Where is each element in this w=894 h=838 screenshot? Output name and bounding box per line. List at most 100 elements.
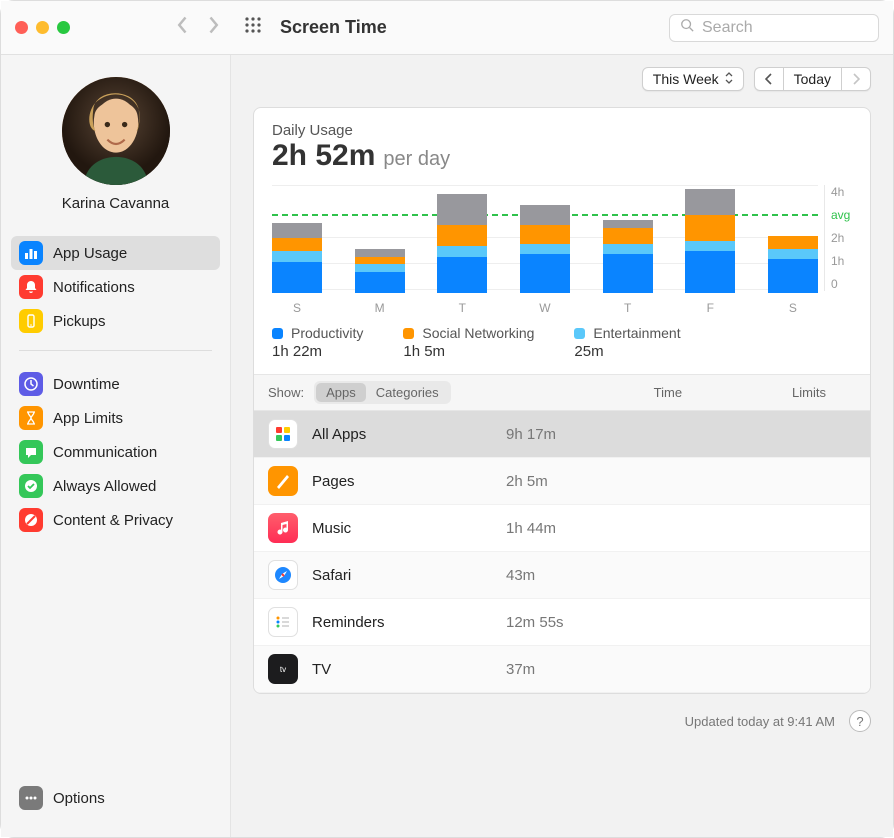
app-name-label: Music: [312, 520, 492, 537]
y-axis: 4h avg 2h 1h 0: [824, 185, 860, 291]
legend-productivity: Productivity 1h 22m: [272, 325, 363, 360]
legend-entertainment: Entertainment 25m: [574, 325, 680, 360]
app-row[interactable]: tv TV 37m: [254, 646, 870, 693]
sidebar: Karina Cavanna App Usage Notifications P…: [1, 55, 231, 837]
swatch-icon: [403, 328, 414, 339]
app-icon: tv: [268, 654, 298, 684]
timeframe-select[interactable]: This Week: [642, 67, 744, 91]
sidebar-item-communication[interactable]: Communication: [11, 435, 220, 469]
grid-icon[interactable]: [244, 16, 262, 39]
app-icon: [268, 419, 298, 449]
app-time-label: 1h 44m: [506, 520, 626, 537]
app-time-label: 43m: [506, 567, 626, 584]
sidebar-item-downtime[interactable]: Downtime: [11, 367, 220, 401]
main-header: This Week Today: [231, 55, 893, 97]
sidebar-item-label: App Usage: [53, 245, 127, 262]
sidebar-item-label: Always Allowed: [53, 478, 156, 495]
app-time-label: 9h 17m: [506, 426, 626, 443]
app-row[interactable]: Music 1h 44m: [254, 505, 870, 552]
app-name-label: All Apps: [312, 426, 492, 443]
panel-average: 2h 52m per day: [272, 139, 852, 173]
today-button[interactable]: Today: [784, 68, 842, 90]
app-icon: [268, 466, 298, 496]
sidebar-item-label: Content & Privacy: [53, 512, 173, 529]
bar-t: [603, 185, 653, 293]
app-name-label: TV: [312, 661, 492, 678]
app-row[interactable]: Pages 2h 5m: [254, 458, 870, 505]
sidebar-item-pickups[interactable]: Pickups: [11, 304, 220, 338]
bar-m: [355, 185, 405, 293]
show-toggle: Apps Categories: [314, 381, 451, 404]
help-button[interactable]: ?: [849, 710, 871, 732]
sidebar-item-label: Pickups: [53, 313, 106, 330]
sidebar-item-label: Notifications: [53, 279, 135, 296]
bar-s: [768, 185, 818, 293]
minimize-button[interactable]: [36, 21, 49, 34]
ellipsis-icon: [19, 786, 43, 810]
app-icon: [268, 607, 298, 637]
toggle-apps[interactable]: Apps: [316, 383, 366, 402]
window-controls: [15, 21, 70, 34]
search-field[interactable]: Search: [669, 14, 879, 42]
fullscreen-button[interactable]: [57, 21, 70, 34]
app-name-label: Pages: [312, 473, 492, 490]
app-icon: [268, 513, 298, 543]
app-row[interactable]: Safari43m: [254, 552, 870, 599]
forward-button[interactable]: [206, 15, 220, 40]
sidebar-item-label: App Limits: [53, 410, 123, 427]
up-down-chevron-icon: [725, 71, 733, 87]
app-time-label: 37m: [506, 661, 626, 678]
col-time: Time: [654, 385, 682, 400]
show-label: Show:: [268, 385, 304, 400]
svg-text:tv: tv: [280, 665, 286, 674]
app-row[interactable]: Reminders 12m 55s: [254, 599, 870, 646]
main-content: This Week Today Daily Usage 2h 52m per d…: [231, 55, 893, 837]
sidebar-item-content-privacy[interactable]: Content & Privacy: [11, 503, 220, 537]
sidebar-item-label: Options: [53, 790, 105, 807]
swatch-icon: [272, 328, 283, 339]
bar-chart-icon: [19, 241, 43, 265]
user-name: Karina Cavanna: [1, 195, 230, 212]
app-row[interactable]: All Apps 9h 17m: [254, 411, 870, 458]
bar-s: [272, 185, 322, 293]
close-button[interactable]: [15, 21, 28, 34]
sidebar-divider: [19, 350, 212, 351]
chart-legend: Productivity 1h 22m Social Networking 1h…: [254, 319, 870, 375]
nav-arrows: [176, 15, 220, 40]
window-title: Screen Time: [280, 17, 387, 38]
updated-label: Updated today at 9:41 AM: [685, 714, 835, 729]
sidebar-item-app-usage[interactable]: App Usage: [11, 236, 220, 270]
prev-button[interactable]: [755, 68, 784, 90]
toggle-categories[interactable]: Categories: [366, 383, 449, 402]
back-button[interactable]: [176, 15, 190, 40]
swatch-icon: [574, 328, 585, 339]
bar-f: [685, 185, 735, 293]
checkmark-shield-icon: [19, 474, 43, 498]
sidebar-item-always-allowed[interactable]: Always Allowed: [11, 469, 220, 503]
status-bar: Updated today at 9:41 AM ?: [231, 694, 893, 748]
sidebar-item-app-limits[interactable]: App Limits: [11, 401, 220, 435]
bell-icon: [19, 275, 43, 299]
sidebar-item-options[interactable]: Options: [11, 781, 220, 815]
col-limits: Limits: [792, 385, 826, 400]
sidebar-item-label: Downtime: [53, 376, 120, 393]
app-name-label: Reminders: [312, 614, 492, 631]
app-time-label: 12m 55s: [506, 614, 626, 631]
avg-value: 2h 52m: [272, 139, 375, 173]
bar-t: [437, 185, 487, 293]
app-time-label: 2h 5m: [506, 473, 626, 490]
sidebar-item-label: Communication: [53, 444, 157, 461]
search-icon: [680, 18, 702, 37]
avg-suffix: per day: [383, 148, 450, 171]
legend-social: Social Networking 1h 5m: [403, 325, 534, 360]
usage-panel: Daily Usage 2h 52m per day SMTWTFS 4h av…: [253, 107, 871, 694]
chat-bubble-icon: [19, 440, 43, 464]
usage-chart: SMTWTFS 4h avg 2h 1h 0: [254, 179, 870, 319]
app-icon: [268, 560, 298, 590]
user-avatar[interactable]: [62, 77, 170, 185]
search-placeholder: Search: [702, 19, 753, 37]
no-entry-icon: [19, 508, 43, 532]
sidebar-item-notifications[interactable]: Notifications: [11, 270, 220, 304]
next-button[interactable]: [842, 68, 870, 90]
app-list: All Apps 9h 17m Pages 2h 5m Music 1h 44m Safar…: [254, 411, 870, 693]
